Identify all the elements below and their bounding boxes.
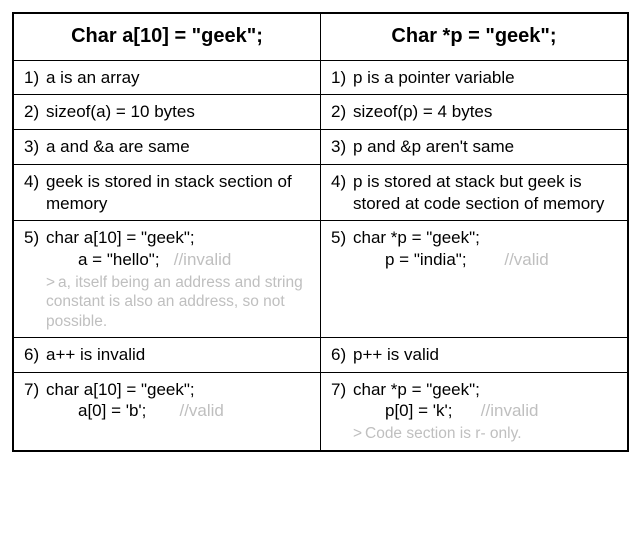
row-number: 5)	[24, 227, 46, 331]
row-number: 1)	[24, 67, 46, 89]
cell-text: a++ is invalid	[46, 344, 310, 366]
row-number: 6)	[24, 344, 46, 366]
code-line: a = "hello"; //invalid	[46, 249, 310, 271]
table-row: 6) a++ is invalid 6) p++ is valid	[13, 337, 628, 372]
header-row: Char a[10] = "geek"; Char *p = "geek";	[13, 13, 628, 60]
cell-text: p and &p aren't same	[353, 136, 617, 158]
cell-text: p is a pointer variable	[353, 67, 617, 89]
row-number: 7)	[24, 379, 46, 423]
row-number: 2)	[24, 101, 46, 123]
code-line: char *p = "geek";	[353, 379, 617, 401]
cell-text: p++ is valid	[353, 344, 617, 366]
explanatory-note: >Code section is r- only.	[353, 424, 617, 443]
row-number: 3)	[331, 136, 353, 158]
table-row: 1) a is an array 1) p is a pointer varia…	[13, 60, 628, 95]
code-line: char *p = "geek";	[353, 227, 617, 249]
cell-text: sizeof(a) = 10 bytes	[46, 101, 310, 123]
cell-text: a is an array	[46, 67, 310, 89]
table-row: 5) char a[10] = "geek"; a = "hello"; //i…	[13, 221, 628, 338]
cell-text: a and &a are same	[46, 136, 310, 158]
code-comment: //invalid	[481, 401, 539, 420]
comparison-table: Char a[10] = "geek"; Char *p = "geek"; 1…	[12, 12, 629, 452]
cell-text: geek is stored in stack section of memor…	[46, 171, 310, 215]
explanatory-note: >a, itself being an address and string c…	[46, 273, 310, 331]
table-row: 3) a and &a are same 3) p and &p aren't …	[13, 130, 628, 165]
code-comment: //valid	[504, 250, 548, 269]
cell-text: sizeof(p) = 4 bytes	[353, 101, 617, 123]
table-row: 7) char a[10] = "geek"; a[0] = 'b'; //va…	[13, 372, 628, 450]
code-line: p[0] = 'k'; //invalid	[353, 400, 617, 422]
row-number: 5)	[331, 227, 353, 271]
table-row: 2) sizeof(a) = 10 bytes 2) sizeof(p) = 4…	[13, 95, 628, 130]
row-number: 1)	[331, 67, 353, 89]
row-number: 2)	[331, 101, 353, 123]
cell-text: p is stored at stack but geek is stored …	[353, 171, 617, 215]
code-line: p = "india"; //valid	[353, 249, 617, 271]
row-number: 4)	[24, 171, 46, 215]
row-number: 6)	[331, 344, 353, 366]
code-line: char a[10] = "geek";	[46, 379, 310, 401]
code-line: a[0] = 'b'; //valid	[46, 400, 310, 422]
row-number: 7)	[331, 379, 353, 444]
code-comment: //valid	[179, 401, 223, 420]
row-number: 3)	[24, 136, 46, 158]
row-number: 4)	[331, 171, 353, 215]
code-comment: //invalid	[174, 250, 232, 269]
header-right: Char *p = "geek";	[321, 13, 629, 60]
header-left: Char a[10] = "geek";	[13, 13, 321, 60]
code-line: char a[10] = "geek";	[46, 227, 310, 249]
table-row: 4) geek is stored in stack section of me…	[13, 164, 628, 221]
